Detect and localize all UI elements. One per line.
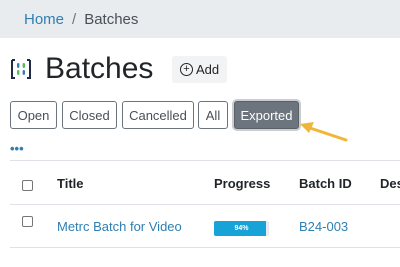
table-top-divider: [10, 160, 400, 161]
row-title-link[interactable]: Metrc Batch for Video: [57, 219, 182, 234]
plus-circle-icon: +: [180, 63, 193, 76]
filter-exported-button[interactable]: Exported: [234, 101, 299, 129]
add-button[interactable]: + Add: [172, 56, 228, 83]
filter-cancelled-button[interactable]: Cancelled: [122, 101, 194, 129]
table-header-divider: [10, 204, 400, 205]
batches-logo-icon: [11, 59, 31, 79]
annotation-arrow-icon: [300, 122, 348, 142]
page-title: Batches: [45, 52, 154, 85]
breadcrumb: Home / Batches: [0, 0, 400, 38]
select-all-checkbox[interactable]: [22, 180, 33, 191]
column-header-progress[interactable]: Progress: [214, 176, 270, 191]
more-options-icon[interactable]: •••: [10, 141, 24, 156]
table-bottom-divider: [10, 247, 400, 248]
row-batch-id-link[interactable]: B24-003: [299, 219, 348, 234]
row-checkbox[interactable]: [22, 216, 33, 227]
breadcrumb-home-link[interactable]: Home: [24, 11, 64, 28]
breadcrumb-separator: /: [72, 10, 77, 28]
filter-closed-button[interactable]: Closed: [62, 101, 117, 129]
filter-all-button[interactable]: All: [198, 101, 228, 129]
column-header-description[interactable]: Des: [380, 176, 400, 191]
add-button-label: Add: [196, 62, 220, 77]
progress-bar: 94%: [214, 221, 269, 236]
column-header-title[interactable]: Title: [57, 176, 84, 191]
filter-open-button[interactable]: Open: [10, 101, 57, 129]
breadcrumb-current: Batches: [84, 10, 139, 28]
column-header-batch-id[interactable]: Batch ID: [299, 176, 352, 191]
progress-label: 94%: [234, 225, 249, 232]
